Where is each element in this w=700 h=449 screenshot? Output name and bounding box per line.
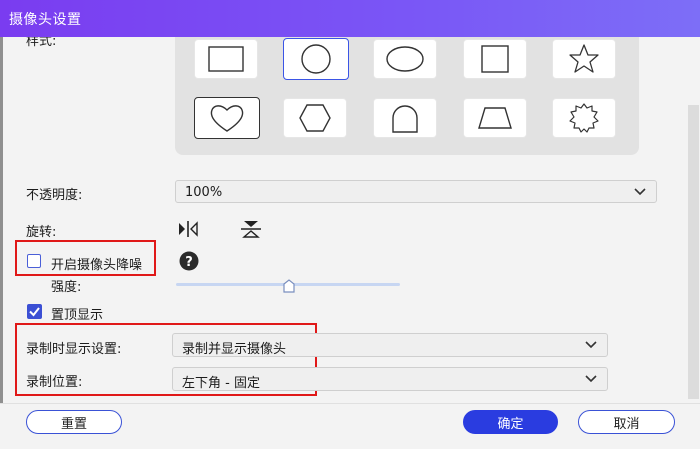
strength-slider-thumb[interactable] [283, 279, 295, 293]
record-position-value: 左下角 - 固定 [182, 376, 260, 391]
shape-circle[interactable] [283, 38, 349, 80]
title-bar-overlay: 摄像头设置 [0, 0, 700, 37]
window-left-edge [0, 37, 3, 448]
rectangle-icon [208, 46, 244, 72]
heart-icon [210, 105, 244, 132]
rotate-label: 旋转: [26, 225, 57, 240]
opacity-dropdown[interactable]: 100% [175, 180, 657, 203]
record-display-value: 录制并显示摄像头 [182, 342, 287, 357]
cancel-button[interactable]: 取消 [578, 410, 675, 434]
shape-trapezoid[interactable] [463, 98, 527, 138]
opacity-label: 不透明度: [26, 188, 83, 203]
shape-heart[interactable] [194, 97, 260, 139]
svg-text:?: ? [185, 255, 193, 270]
record-position-label: 录制位置: [26, 375, 83, 390]
reset-button[interactable]: 重置 [26, 410, 122, 434]
shape-square[interactable] [463, 39, 527, 79]
chevron-down-icon [634, 188, 646, 196]
star-icon [569, 44, 599, 73]
strength-label: 强度: [51, 280, 82, 295]
shape-badge[interactable] [552, 98, 616, 138]
ok-button[interactable]: 确定 [463, 410, 558, 434]
trapezoid-icon [478, 107, 512, 129]
hexagon-icon [299, 104, 331, 132]
dialog-footer: 重置 确定 取消 [0, 403, 700, 449]
opacity-value: 100% [185, 185, 223, 200]
flip-vertical-icon[interactable] [240, 219, 262, 239]
chevron-down-icon [585, 341, 597, 349]
ontop-checkbox[interactable] [27, 304, 42, 319]
chevron-down-icon [585, 375, 597, 383]
shape-arch[interactable] [373, 98, 437, 138]
arch-icon [392, 105, 418, 133]
ontop-label: 置顶显示 [51, 308, 104, 323]
window-title-overlay: 摄像头设置 [9, 12, 82, 28]
shape-star[interactable] [552, 39, 616, 79]
shape-rectangle[interactable] [194, 39, 258, 79]
ellipse-icon [386, 46, 424, 72]
record-position-dropdown[interactable]: 左下角 - 固定 [172, 367, 608, 391]
shape-ellipse[interactable] [373, 39, 437, 79]
help-icon[interactable]: ? [179, 251, 199, 271]
denoise-checkbox[interactable] [27, 254, 41, 268]
shape-hexagon[interactable] [283, 98, 347, 138]
circle-icon [301, 44, 331, 74]
record-display-dropdown[interactable]: 录制并显示摄像头 [172, 333, 608, 357]
badge-icon [569, 103, 599, 133]
checkmark-icon [29, 307, 40, 317]
flip-horizontal-icon[interactable] [177, 220, 199, 238]
scrollbar-thumb[interactable] [688, 105, 699, 399]
square-icon [481, 45, 509, 73]
denoise-label: 开启摄像头降噪 [51, 258, 143, 273]
shape-picker [175, 34, 639, 155]
record-display-label: 录制时显示设置: [26, 342, 122, 357]
